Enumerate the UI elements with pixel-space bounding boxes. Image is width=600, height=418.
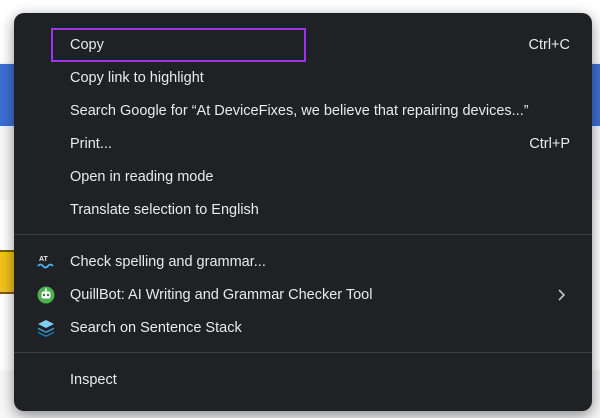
menu-item-label: Translate selection to English: [70, 202, 259, 218]
menu-item-label: Open in reading mode: [70, 169, 214, 185]
menu-item-translate-selection[interactable]: Translate selection to English: [14, 194, 592, 226]
menu-item-print[interactable]: Print... Ctrl+P: [14, 128, 592, 160]
menu-item-label: QuillBot: AI Writing and Grammar Checker…: [70, 287, 373, 303]
menu-item-label: Check spelling and grammar...: [70, 254, 266, 270]
menu-item-check-spelling[interactable]: AT Check spelling and grammar...: [14, 246, 592, 278]
menu-item-label: Print...: [70, 136, 112, 152]
chevron-right-icon: [558, 289, 566, 301]
svg-text:AT: AT: [39, 256, 49, 263]
copy-focus-outline: [51, 28, 306, 62]
menu-separator: [14, 352, 592, 353]
menu-item-label: Search on Sentence Stack: [70, 320, 242, 336]
menu-item-copy-link-to-highlight[interactable]: Copy link to highlight: [14, 62, 592, 94]
menu-separator: [14, 234, 592, 235]
menu-item-shortcut: Ctrl+P: [529, 136, 570, 152]
menu-item-label: Search Google for “At DeviceFixes, we be…: [70, 103, 529, 119]
spell-check-icon: AT: [36, 252, 56, 272]
menu-item-shortcut: Ctrl+C: [528, 37, 571, 53]
menu-item-open-in-reading-mode[interactable]: Open in reading mode: [14, 161, 592, 193]
menu-item-search-google[interactable]: Search Google for “At DeviceFixes, we be…: [14, 95, 592, 127]
menu-item-inspect[interactable]: Inspect: [14, 364, 592, 396]
quillbot-icon: [36, 285, 56, 305]
menu-item-label: Copy link to highlight: [70, 70, 204, 86]
menu-item-label: Inspect: [70, 372, 117, 388]
menu-item-quillbot[interactable]: QuillBot: AI Writing and Grammar Checker…: [14, 279, 592, 311]
menu-item-sentence-stack[interactable]: Search on Sentence Stack: [14, 312, 592, 344]
context-menu: Copy Ctrl+C Copy link to highlight Searc…: [14, 13, 592, 411]
sentence-stack-icon: [36, 318, 56, 338]
